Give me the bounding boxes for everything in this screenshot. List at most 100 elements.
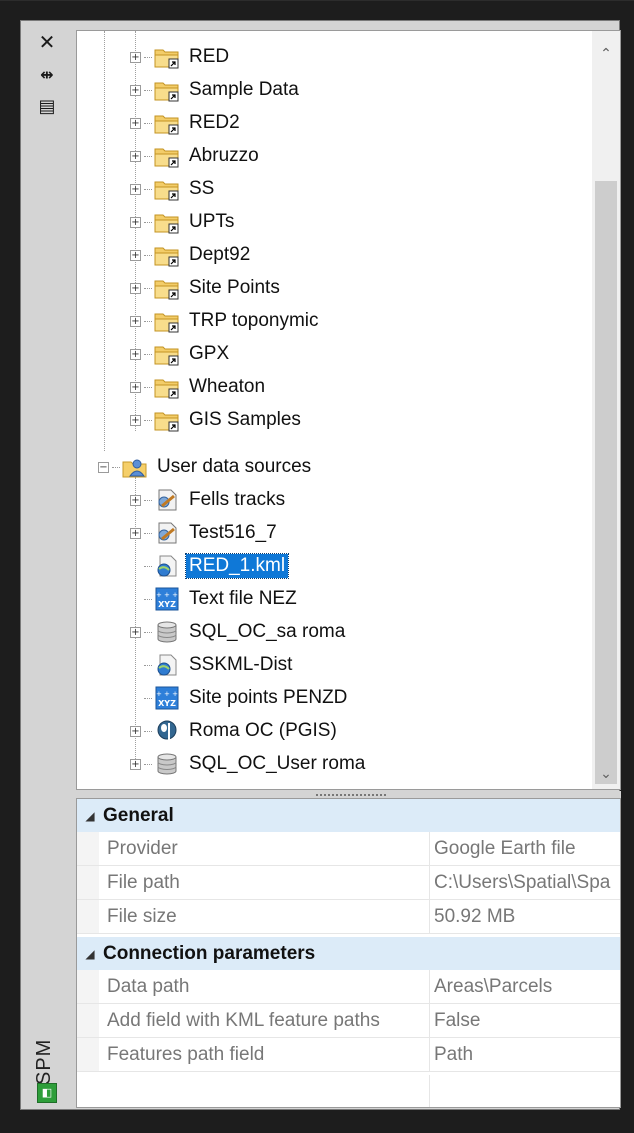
tree-node-label: Test516_7 [189, 522, 277, 543]
kml-file-icon [154, 653, 180, 677]
tree-node-label: TRP toponymic [189, 310, 319, 331]
collapse-triangle-icon[interactable]: ◢ [77, 809, 103, 823]
expand-icon[interactable]: + [130, 117, 141, 129]
collapse-triangle-icon[interactable]: ◢ [77, 947, 103, 961]
expand-icon[interactable]: + [130, 758, 141, 770]
scroll-down-icon[interactable]: ⌄ [592, 761, 620, 787]
category-connection-parameters[interactable]: ◢ Connection parameters [77, 937, 620, 970]
xyz-file-icon: + + + XYZ [154, 587, 180, 611]
shape-file-icon [154, 488, 180, 512]
tree-node-data-source[interactable]: + Fells tracks [130, 486, 288, 514]
tree-node-label: RED_1.kml [184, 553, 290, 579]
tree-node-folder[interactable]: + TRP toponymic [130, 307, 322, 335]
tree-guide-line [104, 31, 105, 451]
tree-connector [144, 386, 152, 388]
expand-icon[interactable]: + [130, 381, 141, 393]
property-value[interactable]: False [429, 1004, 620, 1038]
category-general[interactable]: ◢ General [77, 799, 620, 832]
tree-connector [112, 466, 120, 468]
tree-node-folder[interactable]: + Wheaton [130, 373, 268, 401]
tree-node-folder[interactable]: + SS [130, 175, 217, 203]
property-grid[interactable]: ◢ General Provider Google Earth file File … [76, 798, 621, 1108]
collapse-icon[interactable]: − [98, 461, 109, 473]
tree-node-folder[interactable]: + Abruzzo [130, 142, 262, 170]
property-value[interactable]: 50.92 MB [429, 900, 620, 934]
property-value[interactable]: C:\Users\Spatial\Spa [429, 866, 620, 900]
tree-connector [144, 221, 152, 223]
property-row[interactable]: Provider Google Earth file [77, 832, 620, 866]
tree-node-label: Wheaton [189, 376, 266, 397]
expand-icon[interactable]: + [130, 249, 141, 261]
property-value[interactable]: Google Earth file [429, 832, 620, 866]
expand-icon[interactable]: + [130, 84, 141, 96]
status-indicator-icon: ◧ [37, 1083, 57, 1103]
tree-node-label: SS [189, 178, 215, 199]
property-name: File size [107, 906, 177, 927]
expand-icon[interactable]: + [130, 348, 141, 360]
property-value [429, 1075, 620, 1107]
property-margin [77, 970, 99, 1003]
svg-text:+ + +: + + + [156, 591, 178, 599]
tree-node-label: SSKML-Dist [189, 654, 293, 675]
database-icon [154, 620, 180, 644]
tree-node-folder[interactable]: + RED [130, 43, 232, 71]
tree-node-label: Fells tracks [189, 489, 286, 510]
tree-node-folder[interactable]: + GPX [130, 340, 232, 368]
expand-icon[interactable]: + [130, 51, 141, 63]
tree-node-label: GIS Samples [189, 409, 301, 430]
tree-connector [144, 287, 152, 289]
tree-connector [144, 532, 152, 534]
tree-node-data-source[interactable]: + + + XYZ Site points PENZD [130, 684, 350, 712]
property-row[interactable]: Features path field Path [77, 1038, 620, 1072]
folder-shortcut-icon [154, 243, 180, 267]
expand-icon[interactable]: + [130, 282, 141, 294]
scroll-thumb[interactable] [595, 181, 617, 784]
property-row[interactable]: File size 50.92 MB [77, 900, 620, 934]
tree-node-data-source[interactable]: + Roma OC (PGIS) [130, 717, 340, 745]
data-source-tree[interactable]: + RED + Sample Data + RED2 + Abruzzo + SS + UPTs + De… [76, 30, 621, 790]
tree-node-data-source[interactable]: + + + XYZ Text file NEZ [130, 585, 300, 613]
expand-icon[interactable]: + [130, 414, 141, 426]
tree-node-data-source[interactable]: SSKML-Dist [130, 651, 295, 679]
scroll-up-icon[interactable]: ⌃ [592, 41, 620, 67]
tree-node-folder[interactable]: + Dept92 [130, 241, 253, 269]
tree-node-data-source[interactable]: + Test516_7 [130, 519, 280, 547]
expand-icon[interactable]: + [130, 527, 141, 539]
tree-connector [144, 188, 152, 190]
property-value[interactable]: Path [429, 1038, 620, 1072]
property-margin [77, 1004, 99, 1037]
expand-icon[interactable]: + [130, 626, 141, 638]
tree-node-folder[interactable]: + RED2 [130, 109, 243, 137]
tree-node-label: Site points PENZD [189, 687, 348, 708]
expand-icon[interactable]: + [130, 183, 141, 195]
expand-icon[interactable]: + [130, 216, 141, 228]
expand-icon[interactable]: + [130, 725, 141, 737]
property-row[interactable]: File path C:\Users\Spatial\Spa [77, 866, 620, 900]
tree-scrollbar[interactable]: ⌃ ⌄ [592, 31, 620, 789]
property-row[interactable]: Data path Areas\Parcels [77, 970, 620, 1004]
expand-icon[interactable]: + [130, 315, 141, 327]
close-icon[interactable]: ✕ [33, 30, 61, 54]
splitter-grip[interactable] [316, 794, 386, 797]
tree-connector [144, 56, 152, 58]
property-value[interactable]: Areas\Parcels [429, 970, 620, 1004]
tree-node-data-source[interactable]: + SQL_OC_User roma [130, 750, 368, 778]
properties-icon[interactable]: ▤ [33, 95, 61, 117]
tree-node-folder[interactable]: + Sample Data [130, 76, 302, 104]
autohide-icon[interactable]: ⇹ [33, 63, 61, 85]
tree-node-data-source[interactable]: RED_1.kml [130, 552, 290, 580]
expand-icon[interactable]: + [130, 494, 141, 506]
tree-node-folder[interactable]: + Site Points [130, 274, 283, 302]
property-margin [77, 900, 99, 933]
tree-node-user-data-sources[interactable]: − User data sources [98, 453, 314, 481]
tree-node-label: User data sources [157, 456, 312, 477]
property-row[interactable]: Add field with KML feature paths False [77, 1004, 620, 1038]
tree-node-data-source[interactable]: + SQL_OC_sa roma [130, 618, 348, 646]
property-name: Add field with KML feature paths [107, 1010, 380, 1031]
postgis-icon [154, 719, 180, 743]
tree-node-label: UPTs [189, 211, 235, 232]
user-folder-icon [122, 455, 148, 479]
tree-node-folder[interactable]: + UPTs [130, 208, 237, 236]
tree-node-folder[interactable]: + GIS Samples [130, 406, 304, 434]
expand-icon[interactable]: + [130, 150, 141, 162]
